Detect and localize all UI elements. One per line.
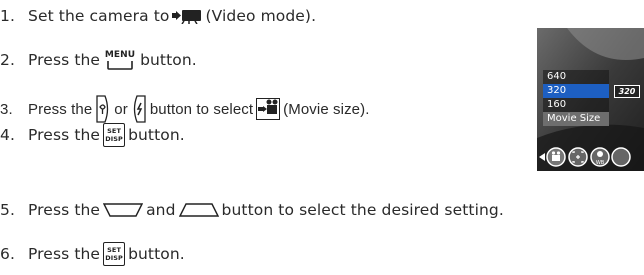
more-icon [611, 147, 631, 167]
movie-size-icon [546, 147, 566, 167]
left-macro-button-icon [95, 95, 111, 123]
menu-option-160[interactable]: 160 [543, 98, 609, 112]
step-text: Press the [28, 201, 101, 219]
back-arrow-icon [539, 153, 545, 161]
step-text: Press the [28, 51, 101, 69]
step-number: 6. [0, 245, 15, 263]
menu-option-320[interactable]: 320 [543, 84, 609, 98]
movie-size-icon [256, 98, 281, 120]
up-button-icon [178, 203, 219, 217]
step-text: (Movie size). [283, 100, 370, 118]
svg-text:WB: WB [596, 160, 605, 166]
step-4: 4. Press the SET DISP button. [0, 122, 185, 148]
step-text: button. [140, 51, 197, 69]
step-number: 5. [0, 201, 15, 219]
white-balance-icon: WB [590, 147, 610, 167]
down-button-icon [103, 203, 144, 217]
step-number: 3. [0, 100, 13, 118]
step-number: 2. [0, 51, 15, 69]
focus-icon [568, 147, 588, 167]
menu-caption: Movie Size [543, 112, 609, 126]
camera-lcd-preview: 640 320 160 Movie Size 320 WB [537, 28, 644, 171]
step-text: button. [128, 126, 185, 144]
right-flash-button-icon [131, 95, 147, 123]
step-text: button to select the desired setting. [221, 201, 504, 219]
size-badge: 320 [614, 85, 640, 98]
step-text: or [114, 100, 128, 118]
set-disp-button-icon: SET DISP [103, 123, 126, 147]
movie-size-menu: 640 320 160 Movie Size [543, 70, 609, 126]
lcd-icon-row: WB [539, 147, 631, 167]
step-3: 3. Press the or button to select (Movie … [0, 95, 370, 123]
step-1: 1. Set the camera to (Video mode). [0, 3, 316, 29]
menu-option-640[interactable]: 640 [543, 70, 609, 84]
step-number: 4. [0, 126, 15, 144]
step-6: 6. Press the SET DISP button. [0, 241, 185, 267]
step-text: Set the camera to [28, 7, 170, 25]
step-2: 2. Press the MENU button. [0, 47, 197, 73]
step-text: button. [128, 245, 185, 263]
step-text: Press the [28, 100, 93, 118]
step-text: Press the [28, 126, 101, 144]
menu-button-icon: MENU [103, 48, 137, 72]
step-text: (Video mode). [205, 7, 317, 25]
step-text: button to select [149, 100, 254, 118]
step-number: 1. [0, 7, 15, 25]
step-text: Press the [28, 245, 101, 263]
video-mode-icon [172, 8, 202, 24]
step-text: and [146, 201, 176, 219]
step-5: 5. Press the and button to select the de… [0, 197, 504, 223]
set-disp-button-icon: SET DISP [103, 242, 126, 266]
